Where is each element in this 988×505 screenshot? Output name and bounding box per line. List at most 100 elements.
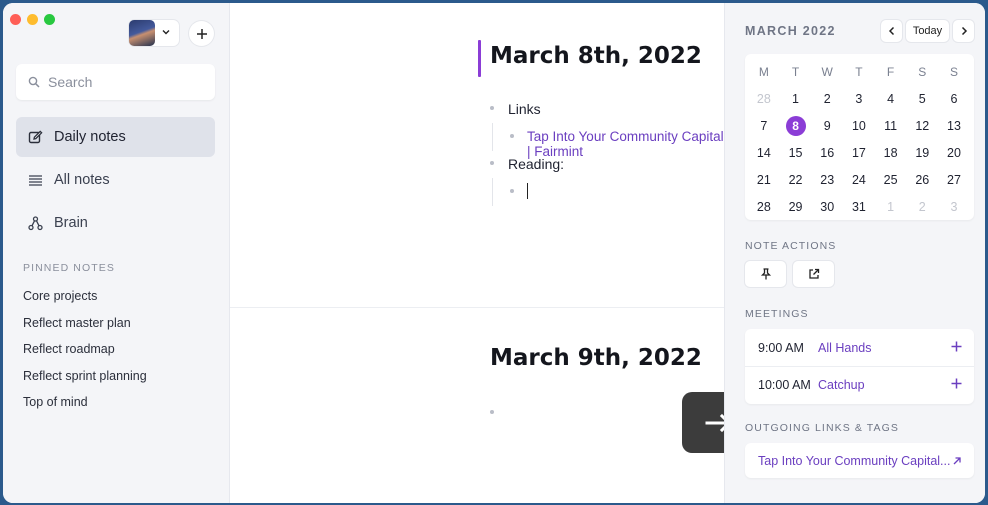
new-note-button[interactable] [189,21,214,46]
meeting-row[interactable]: 10:00 AM Catchup [745,366,974,403]
calendar-weekday: M [758,65,769,80]
calendar: M T W T F S S 28 1 2 3 4 5 6 7 8 9 10 11 12 13 14 15 16 17 18 19 20… [745,54,974,220]
meeting-name[interactable]: All Hands [818,341,872,355]
outgoing-link-label: Tap Into Your Community Capital... [758,453,951,468]
note-title: March 9th, 2022 [490,345,702,371]
calendar-day[interactable]: 20 [938,140,970,167]
calendar-day[interactable]: 21 [748,167,780,194]
meeting-time: 10:00 AM [758,378,811,392]
calendar-day[interactable]: 11 [875,113,907,140]
text-cursor[interactable] [527,183,528,199]
add-meeting-note-button[interactable] [951,339,962,357]
meeting-time: 9:00 AM [758,340,804,355]
calendar-day[interactable]: 27 [938,167,970,194]
calendar-day[interactable]: 10 [843,113,875,140]
sidebar-item-label: Brain [54,215,88,231]
bullet [490,410,494,414]
calendar-day[interactable]: 2 [906,193,938,220]
pinned-note[interactable]: Top of mind [23,395,88,409]
calendar-grid: M T W T F S S 28 1 2 3 4 5 6 7 8 9 10 11 12 13 14 15 16 17 18 19 20… [748,59,970,220]
calendar-day[interactable]: 22 [780,167,812,194]
calendar-day[interactable]: 25 [875,167,907,194]
calendar-day-selected[interactable]: 8 [780,113,812,140]
meetings-heading: MEETINGS [745,308,809,320]
account-menu-button[interactable] [129,20,179,46]
calendar-day[interactable]: 29 [780,193,812,220]
calendar-day[interactable]: 26 [906,167,938,194]
sidebar-item-all-notes[interactable]: All notes [16,160,215,200]
calendar-day[interactable]: 28 [748,86,780,113]
daily-notes-editor: March 8th, 2022 Links Tap Into Your Comm… [230,3,762,503]
calendar-day[interactable]: 9 [811,113,843,140]
window-controls [10,14,55,25]
calendar-day[interactable]: 16 [811,140,843,167]
calendar-day[interactable]: 19 [906,140,938,167]
today-button[interactable]: Today [906,20,949,42]
calendar-day[interactable]: 3 [843,86,875,113]
calendar-day[interactable]: 4 [875,86,907,113]
calendar-day[interactable]: 12 [906,113,938,140]
list-icon [27,172,43,188]
current-note-indicator [478,40,481,77]
calendar-day[interactable]: 1 [875,193,907,220]
backlink[interactable]: Tap Into Your Community Capital | Fairmi… [527,129,724,159]
pin-note-button[interactable] [745,261,786,287]
calendar-day[interactable]: 13 [938,113,970,140]
meeting-name[interactable]: Catchup [818,378,865,392]
calendar-weekday: S [918,65,927,80]
close-window-button[interactable] [10,14,21,25]
indent-guide [492,123,493,151]
indent-guide [492,178,493,206]
pinned-note[interactable]: Reflect sprint planning [23,369,147,383]
calendar-day[interactable]: 3 [938,193,970,220]
pinned-note[interactable]: Core projects [23,289,97,303]
pinned-notes-heading: PINNED NOTES [23,262,115,274]
sidebar-item-daily-notes[interactable]: Daily notes [16,117,215,157]
note-line[interactable]: Links [508,101,541,117]
calendar-day[interactable]: 31 [843,193,875,220]
calendar-day[interactable]: 15 [780,140,812,167]
plus-icon [196,28,207,39]
daily-note[interactable]: March 8th, 2022 Links Tap Into Your Comm… [230,3,724,308]
calendar-day[interactable]: 6 [938,86,970,113]
calendar-day[interactable]: 30 [811,193,843,220]
chevron-down-icon [155,27,177,40]
next-month-button[interactable] [953,20,974,42]
pinned-note[interactable]: Reflect master plan [23,316,131,330]
calendar-weekday: S [949,65,958,80]
note-title: March 8th, 2022 [490,43,702,69]
note-line[interactable]: Reading: [508,156,564,172]
calendar-day[interactable]: 18 [875,140,907,167]
bullet [510,134,514,138]
calendar-day[interactable]: 24 [843,167,875,194]
minimize-window-button[interactable] [27,14,38,25]
search-input[interactable] [48,74,198,90]
calendar-day[interactable]: 1 [780,86,812,113]
open-external-button[interactable] [793,261,834,287]
plus-icon [951,341,962,351]
calendar-day[interactable]: 5 [906,86,938,113]
calendar-day[interactable]: 17 [843,140,875,167]
pin-icon [760,268,771,280]
bullet [490,106,494,110]
calendar-day[interactable]: 2 [811,86,843,113]
sidebar-item-brain[interactable]: Brain [16,203,215,243]
calendar-day[interactable]: 14 [748,140,780,167]
outgoing-link[interactable]: Tap Into Your Community Capital... [745,443,974,478]
calendar-weekday: W [821,65,833,80]
daily-note[interactable]: March 9th, 2022 [230,309,724,503]
brain-graph-icon [27,215,43,231]
add-meeting-note-button[interactable] [951,376,962,394]
calendar-weekday: T [855,65,863,80]
zoom-window-button[interactable] [44,14,55,25]
calendar-day[interactable]: 28 [748,193,780,220]
pinned-note[interactable]: Reflect roadmap [23,342,115,356]
meeting-row[interactable]: 9:00 AM All Hands [745,329,974,366]
calendar-day[interactable]: 7 [748,113,780,140]
search-box[interactable] [16,64,215,100]
calendar-day[interactable]: 23 [811,167,843,194]
plus-icon [951,378,962,389]
prev-month-button[interactable] [881,20,902,42]
outgoing-links-heading: OUTGOING LINKS & TAGS [745,422,899,434]
sidebar: Daily notes All notes Brain PINNED NOTES… [3,3,230,503]
